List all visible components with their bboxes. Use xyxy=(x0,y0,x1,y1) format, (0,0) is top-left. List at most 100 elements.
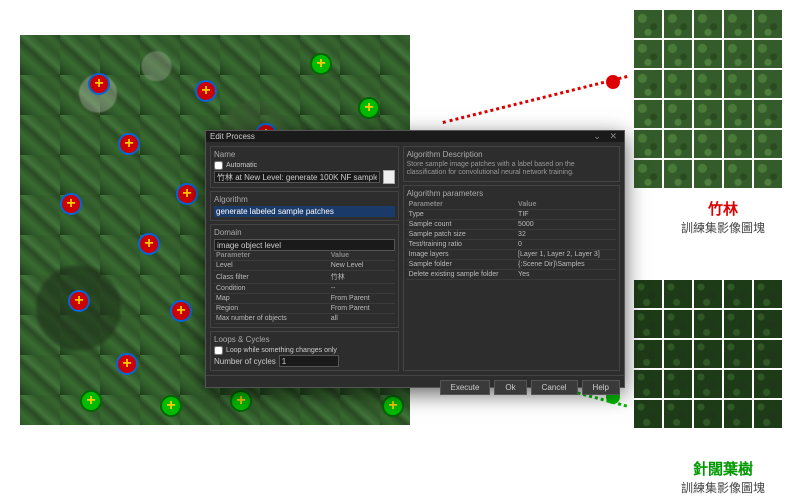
algorithm-select[interactable]: generate labeled sample patches xyxy=(214,206,395,217)
sample-point-red[interactable]: + xyxy=(195,80,217,102)
ok-button[interactable]: Ok xyxy=(494,380,526,395)
sample-point-red[interactable]: + xyxy=(88,73,110,95)
patch-cell xyxy=(634,70,662,98)
table-row[interactable]: Image layers[Layer 1, Layer 2, Layer 3] xyxy=(407,249,616,259)
patch-cell xyxy=(664,10,692,38)
table-row[interactable]: Sample count5000 xyxy=(407,219,616,229)
patch-cell xyxy=(664,310,692,338)
name-group: Name Automatic xyxy=(210,146,399,188)
table-row[interactable]: Delete existing sample folderYes xyxy=(407,269,616,279)
patch-cell xyxy=(694,10,722,38)
table-row[interactable]: RegionFrom Parent xyxy=(214,304,395,314)
patch-cell xyxy=(634,130,662,158)
patch-cell xyxy=(724,130,752,158)
patch-cell xyxy=(634,160,662,188)
algo-desc-group: Algorithm Description Store sample image… xyxy=(403,146,620,182)
document-icon[interactable] xyxy=(383,170,394,184)
patch-cell xyxy=(694,400,722,428)
cancel-button[interactable]: Cancel xyxy=(531,380,578,395)
patch-cell xyxy=(664,280,692,308)
sample-point-red[interactable]: + xyxy=(118,133,140,155)
patch-cell xyxy=(634,340,662,368)
col-param: Parameter xyxy=(407,200,516,210)
patch-cell xyxy=(754,130,782,158)
patch-cell xyxy=(634,40,662,68)
patch-cell xyxy=(664,40,692,68)
patch-cell xyxy=(754,10,782,38)
patch-cell xyxy=(724,400,752,428)
dialog-titlebar[interactable]: Edit Process ⌄ ✕ xyxy=(206,131,624,142)
table-row[interactable]: MapFrom Parent xyxy=(214,294,395,304)
col-param: Parameter xyxy=(214,251,329,261)
patch-cell xyxy=(754,100,782,128)
patch-cell xyxy=(664,160,692,188)
loops-checkbox[interactable]: Loop while something changes only xyxy=(214,346,395,355)
help-button[interactable]: Help xyxy=(582,380,620,395)
group-label: Algorithm Description xyxy=(407,150,616,159)
grid-label-conifer: 針闊葉樹 訓練集影像圖塊 xyxy=(681,458,765,496)
patch-cell xyxy=(754,160,782,188)
patch-cell xyxy=(724,310,752,338)
table-row[interactable]: LevelNew Level xyxy=(214,261,395,271)
loops-group: Loops & Cycles Loop while something chan… xyxy=(210,331,399,371)
patch-cell xyxy=(694,40,722,68)
table-row[interactable]: Class filter竹林 xyxy=(214,271,395,284)
table-row[interactable]: Max number of objectsall xyxy=(214,314,395,324)
execute-button[interactable]: Execute xyxy=(440,380,491,395)
table-row[interactable]: Test/training ratio0 xyxy=(407,239,616,249)
sample-point-green[interactable]: + xyxy=(310,53,332,75)
sample-point-red[interactable]: + xyxy=(68,290,90,312)
algorithm-group: Algorithm generate labeled sample patche… xyxy=(210,191,399,221)
patch-cell xyxy=(634,310,662,338)
automatic-check-input[interactable] xyxy=(214,161,223,170)
patch-cell xyxy=(694,160,722,188)
patch-cell xyxy=(694,100,722,128)
patch-cell xyxy=(664,70,692,98)
automatic-checkbox[interactable]: Automatic xyxy=(214,161,395,170)
grid-title: 竹林 xyxy=(681,198,765,219)
patch-grid-bamboo xyxy=(634,10,782,188)
patch-cell xyxy=(754,370,782,398)
table-row[interactable]: TypeTIF xyxy=(407,209,616,219)
group-label: Loops & Cycles xyxy=(214,335,395,344)
patch-cell xyxy=(724,40,752,68)
patch-cell xyxy=(664,100,692,128)
sample-point-green[interactable]: + xyxy=(80,390,102,412)
sample-point-red[interactable]: + xyxy=(116,353,138,375)
table-row[interactable]: Sample patch size32 xyxy=(407,229,616,239)
patch-cell xyxy=(754,280,782,308)
sample-point-red[interactable]: + xyxy=(170,300,192,322)
domain-table: Parameter Value LevelNew LevelClass filt… xyxy=(214,251,395,324)
algo-params-table: Parameter Value TypeTIFSample count5000S… xyxy=(407,200,616,280)
patch-cell xyxy=(634,400,662,428)
sample-point-green[interactable]: + xyxy=(160,395,182,417)
patch-cell xyxy=(754,340,782,368)
connector-red xyxy=(442,75,627,124)
sample-point-green[interactable]: + xyxy=(358,97,380,119)
window-controls[interactable]: ⌄ ✕ xyxy=(593,131,620,142)
grid-title: 針闊葉樹 xyxy=(681,458,765,479)
sample-point-red[interactable]: + xyxy=(60,193,82,215)
loops-check-input[interactable] xyxy=(214,346,223,355)
grid-label-bamboo: 竹林 訓練集影像圖塊 xyxy=(681,198,765,236)
domain-level-select[interactable] xyxy=(214,239,395,251)
patch-cell xyxy=(694,340,722,368)
patch-cell xyxy=(754,70,782,98)
table-row[interactable]: Condition-- xyxy=(214,284,395,294)
patch-cell xyxy=(754,40,782,68)
sample-point-red[interactable]: + xyxy=(138,233,160,255)
group-label: Name xyxy=(214,150,395,159)
patch-cell xyxy=(754,310,782,338)
patch-cell xyxy=(724,160,752,188)
patch-cell xyxy=(724,100,752,128)
algo-desc-text: Store sample image patches with a label … xyxy=(407,161,616,178)
process-name-input[interactable] xyxy=(214,171,380,183)
patch-cell xyxy=(634,280,662,308)
patch-cell xyxy=(694,130,722,158)
automatic-label: Automatic xyxy=(226,162,257,169)
sample-point-red[interactable]: + xyxy=(176,183,198,205)
col-value: Value xyxy=(516,200,616,210)
group-label: Algorithm xyxy=(214,195,395,204)
table-row[interactable]: Sample folder{:Scene Dir}\Samples xyxy=(407,259,616,269)
cycles-input[interactable] xyxy=(279,355,339,367)
